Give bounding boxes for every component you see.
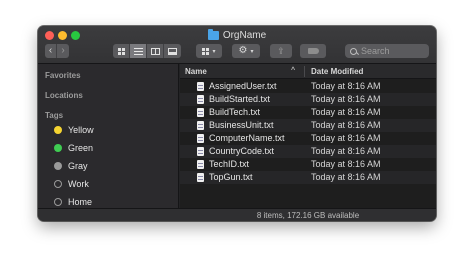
file-name: TechID.txt bbox=[209, 159, 250, 169]
gray-tag-icon bbox=[54, 162, 62, 170]
yellow-tag-icon bbox=[54, 126, 62, 134]
column-header-date-modified[interactable]: Date Modified bbox=[311, 67, 363, 76]
search-field[interactable] bbox=[345, 44, 429, 58]
file-name: BuildStarted.txt bbox=[209, 94, 271, 104]
gear-icon: ⚙ bbox=[238, 45, 248, 56]
file-date-modified: Today at 8:16 AM bbox=[311, 172, 381, 182]
icon-view-button[interactable] bbox=[113, 44, 130, 58]
file-date-modified: Today at 8:16 AM bbox=[311, 146, 381, 156]
navigation-buttons: ‹ › bbox=[45, 44, 69, 58]
sidebar: Favorites Locations Tags Yellow Green Gr… bbox=[38, 64, 179, 208]
back-button[interactable]: ‹ bbox=[45, 44, 57, 58]
sidebar-tag-yellow[interactable]: Yellow bbox=[54, 124, 94, 136]
chevron-left-icon: ‹ bbox=[48, 45, 53, 56]
window-title: OrgName bbox=[222, 29, 267, 41]
file-date-modified: Today at 8:16 AM bbox=[311, 107, 381, 117]
sidebar-section-locations[interactable]: Locations bbox=[45, 91, 83, 100]
action-button[interactable]: ⚙ ▾ bbox=[232, 44, 260, 58]
green-tag-icon bbox=[54, 144, 62, 152]
text-file-icon bbox=[197, 160, 204, 169]
view-mode-selector bbox=[113, 44, 181, 58]
file-date-modified: Today at 8:16 AM bbox=[311, 81, 381, 91]
toolbar: OrgName ‹ › ▾ ⚙ ▾ ⇪ Search bbox=[38, 26, 436, 64]
text-file-icon bbox=[197, 147, 204, 156]
chevron-down-icon: ▾ bbox=[212, 48, 216, 55]
chevron-down-icon: ▾ bbox=[250, 48, 254, 55]
sidebar-tag-green[interactable]: Green bbox=[54, 142, 93, 154]
file-name: CountryCode.txt bbox=[209, 146, 275, 156]
folder-icon bbox=[207, 28, 219, 40]
sidebar-item-label: Home bbox=[68, 197, 93, 207]
gallery-view-icon bbox=[168, 47, 177, 55]
list-view-icon bbox=[133, 47, 143, 55]
sidebar-tag-home[interactable]: Home bbox=[54, 196, 92, 208]
share-button[interactable]: ⇪ bbox=[270, 44, 292, 58]
chevron-right-icon: › bbox=[61, 45, 65, 56]
file-row[interactable]: ComputerName.txt Today at 8:16 AM bbox=[180, 132, 436, 145]
file-row[interactable]: BusinessUnit.txt Today at 8:16 AM bbox=[180, 119, 436, 132]
file-date-modified: Today at 8:16 AM bbox=[311, 133, 381, 143]
forward-button[interactable]: › bbox=[57, 44, 69, 58]
column-header-name[interactable]: Name bbox=[185, 67, 207, 76]
list-view-button[interactable] bbox=[130, 44, 147, 58]
finder-window: OrgName ‹ › ▾ ⚙ ▾ ⇪ Search Favorites Loc… bbox=[38, 26, 436, 221]
sidebar-section-favorites[interactable]: Favorites bbox=[45, 71, 81, 80]
file-name: TopGun.txt bbox=[209, 172, 253, 182]
sidebar-item-label: Yellow bbox=[68, 125, 94, 135]
icon-view-icon bbox=[117, 47, 125, 55]
text-file-icon bbox=[197, 121, 204, 130]
sidebar-item-label: Work bbox=[68, 179, 89, 189]
text-file-icon bbox=[197, 95, 204, 104]
text-file-icon bbox=[197, 134, 204, 143]
file-list: Name ^ Date Modified AssignedUser.txt To… bbox=[180, 64, 436, 208]
share-icon: ⇪ bbox=[277, 45, 285, 56]
sidebar-item-label: Gray bbox=[68, 161, 88, 171]
search-input[interactable] bbox=[361, 46, 421, 56]
file-row[interactable]: BuildTech.txt Today at 8:16 AM bbox=[180, 106, 436, 119]
work-tag-icon bbox=[54, 180, 62, 188]
sidebar-tag-gray[interactable]: Gray bbox=[54, 160, 88, 172]
tag-icon bbox=[307, 48, 319, 54]
home-tag-icon bbox=[54, 198, 62, 206]
file-name: ComputerName.txt bbox=[209, 133, 285, 143]
column-view-icon bbox=[150, 47, 160, 55]
file-date-modified: Today at 8:16 AM bbox=[311, 94, 381, 104]
group-button[interactable]: ▾ bbox=[196, 44, 222, 58]
tags-button[interactable] bbox=[300, 44, 326, 58]
column-view-button[interactable] bbox=[147, 44, 164, 58]
column-header: Name ^ Date Modified bbox=[180, 64, 436, 79]
status-bar: 8 items, 172.16 GB available bbox=[38, 208, 436, 221]
file-row[interactable]: TechID.txt Today at 8:16 AM bbox=[180, 158, 436, 171]
sort-ascending-icon: ^ bbox=[291, 67, 296, 74]
text-file-icon bbox=[197, 82, 204, 91]
file-name: BuildTech.txt bbox=[209, 107, 261, 117]
gallery-view-button[interactable] bbox=[164, 44, 181, 58]
status-text: 8 items, 172.16 GB available bbox=[256, 210, 360, 220]
file-date-modified: Today at 8:16 AM bbox=[311, 159, 381, 169]
file-name: AssignedUser.txt bbox=[209, 81, 277, 91]
file-name: BusinessUnit.txt bbox=[209, 120, 274, 130]
grid-icon bbox=[202, 47, 210, 55]
file-row[interactable]: TopGun.txt Today at 8:16 AM bbox=[180, 171, 436, 184]
column-divider[interactable] bbox=[304, 66, 305, 77]
file-row[interactable]: CountryCode.txt Today at 8:16 AM bbox=[180, 145, 436, 158]
text-file-icon bbox=[197, 173, 204, 182]
text-file-icon bbox=[197, 108, 204, 117]
sidebar-section-tags[interactable]: Tags bbox=[45, 111, 63, 120]
sidebar-tag-work[interactable]: Work bbox=[54, 178, 89, 190]
file-row[interactable]: BuildStarted.txt Today at 8:16 AM bbox=[180, 93, 436, 106]
sidebar-item-label: Green bbox=[68, 143, 94, 153]
file-row[interactable]: AssignedUser.txt Today at 8:16 AM bbox=[180, 80, 436, 93]
window-title-area: OrgName bbox=[38, 28, 436, 42]
file-date-modified: Today at 8:16 AM bbox=[311, 120, 381, 130]
search-icon bbox=[350, 47, 357, 55]
